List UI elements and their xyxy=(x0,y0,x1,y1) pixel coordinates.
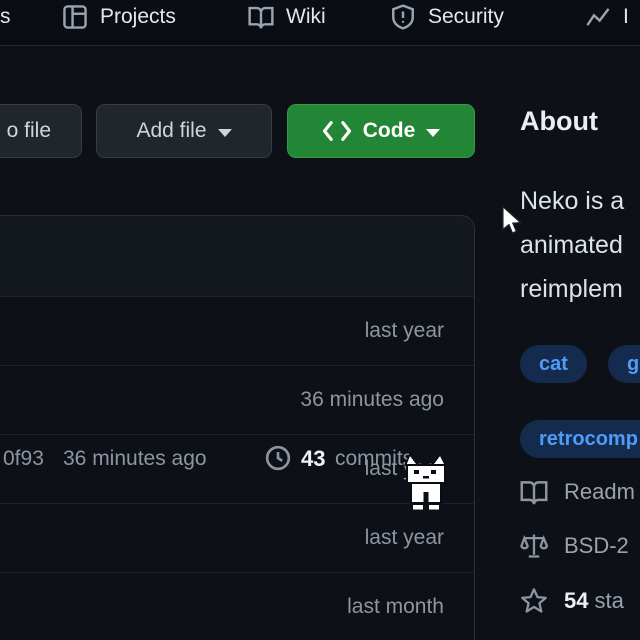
code-label: Code xyxy=(363,119,416,143)
commit-hash[interactable]: 0f93 xyxy=(3,445,44,472)
readme-label: Readm xyxy=(564,479,635,505)
license-link[interactable]: BSD-2 xyxy=(520,532,629,560)
file-row[interactable]: last year xyxy=(0,296,474,365)
topic-tag-retrocomputing[interactable]: retrocomp xyxy=(520,420,640,458)
tab-actions-partial[interactable]: s xyxy=(0,2,11,32)
book-icon xyxy=(248,4,274,30)
tab-label: Security xyxy=(428,5,504,29)
tab-projects[interactable]: Projects xyxy=(62,2,176,32)
code-chevrons-icon xyxy=(322,119,352,143)
stars-count: 54 xyxy=(564,588,588,613)
add-file-label: Add file xyxy=(136,119,206,143)
tab-label: s xyxy=(0,5,11,29)
tab-insights-partial[interactable]: I xyxy=(585,2,629,32)
chevron-down-icon xyxy=(426,129,440,137)
shield-icon xyxy=(390,4,416,30)
file-row[interactable]: 36 minutes ago xyxy=(0,365,474,434)
graph-icon xyxy=(585,4,611,30)
tab-label: Wiki xyxy=(286,5,326,29)
file-row-time: last year xyxy=(365,319,444,343)
topic-tag-go[interactable]: go xyxy=(608,345,640,383)
repo-tab-nav: s Projects Wiki Security xyxy=(0,0,640,46)
file-list-box: 0f93 36 minutes ago 43 commits last year… xyxy=(0,215,475,640)
add-file-button[interactable]: Add file xyxy=(96,104,272,158)
book-icon xyxy=(520,478,548,506)
neko-cat-sprite xyxy=(404,452,448,510)
file-row[interactable]: last month xyxy=(0,572,474,640)
mouse-pointer xyxy=(501,205,525,237)
tab-label: I xyxy=(623,5,629,29)
latest-commit-bar: 0f93 36 minutes ago 43 commits xyxy=(0,216,474,296)
star-icon xyxy=(520,587,548,615)
tab-security[interactable]: Security xyxy=(390,2,504,32)
stars-label: sta xyxy=(594,588,623,613)
goto-file-label: o file xyxy=(7,119,51,143)
commit-time: 36 minutes ago xyxy=(63,445,207,472)
github-repo-page: s Projects Wiki Security xyxy=(0,0,640,640)
table-icon xyxy=(62,4,88,30)
commit-count[interactable]: 43 xyxy=(301,445,325,472)
code-button[interactable]: Code xyxy=(287,104,475,158)
goto-file-button[interactable]: o file xyxy=(0,104,82,158)
tab-wiki[interactable]: Wiki xyxy=(248,2,326,32)
repo-description-line: animated xyxy=(520,230,623,260)
file-row-time: last month xyxy=(347,595,444,619)
chevron-down-icon xyxy=(218,129,232,137)
about-heading: About xyxy=(520,106,598,137)
repo-description-line: reimplem xyxy=(520,274,623,304)
topic-tag-cat[interactable]: cat xyxy=(520,345,587,383)
commits-label[interactable]: commits xyxy=(335,445,413,472)
law-scales-icon xyxy=(520,532,548,560)
repo-description-line: Neko is a xyxy=(520,186,624,216)
history-clock-icon xyxy=(264,444,292,472)
license-label: BSD-2 xyxy=(564,533,629,559)
stars-link[interactable]: 54sta xyxy=(520,587,624,615)
readme-link[interactable]: Readm xyxy=(520,478,635,506)
file-row[interactable]: last year xyxy=(0,503,474,572)
tab-label: Projects xyxy=(100,5,176,29)
file-row-time: last year xyxy=(365,526,444,550)
file-row-time: 36 minutes ago xyxy=(300,388,444,412)
